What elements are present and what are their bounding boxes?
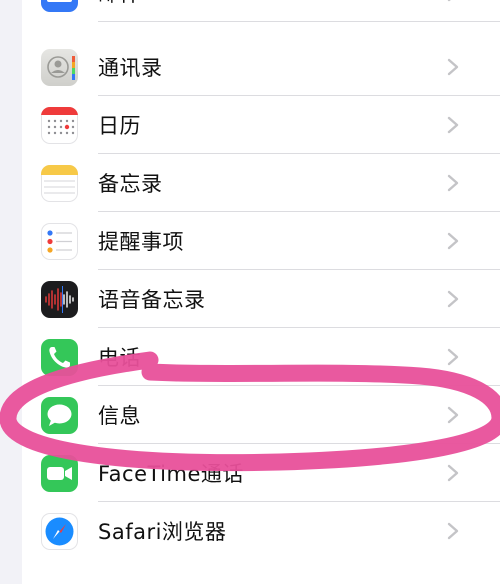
settings-row-phone[interactable]: 电话 [22, 328, 500, 386]
settings-row-label: Safari浏览器 [98, 520, 227, 544]
safari-icon [41, 513, 78, 550]
settings-row-messages[interactable]: 信息 [22, 386, 500, 444]
settings-row-safari[interactable]: Safari浏览器 [22, 502, 500, 560]
settings-row-label: 备忘录 [98, 172, 163, 196]
contacts-icon [41, 49, 78, 86]
reminders-icon [41, 223, 78, 260]
settings-row-reminders[interactable]: 提醒事项 [22, 212, 500, 270]
settings-row-label: 日历 [98, 114, 141, 138]
chevron-right-icon [447, 348, 459, 366]
mail-icon [41, 0, 78, 12]
settings-row-label: 语音备忘录 [98, 288, 206, 312]
settings-row-label: 提醒事项 [98, 230, 184, 254]
chevron-right-icon [447, 0, 451, 2]
chevron-right-icon [447, 174, 459, 192]
settings-row-calendar[interactable]: 日历 [22, 96, 500, 154]
calendar-icon [41, 107, 78, 144]
settings-row-mail[interactable]: 邮件 [22, 0, 500, 22]
settings-row-label: 邮件 [98, 0, 141, 8]
chevron-right-icon [447, 58, 459, 76]
settings-list: 邮件 通讯录 [22, 0, 500, 584]
settings-row-facetime[interactable]: FaceTime通话 [22, 444, 500, 502]
settings-row-label: 电话 [98, 346, 141, 370]
chevron-right-icon [447, 232, 459, 250]
chevron-right-icon [447, 464, 459, 482]
settings-row-label: 信息 [98, 404, 141, 428]
settings-row-label: FaceTime通话 [98, 462, 244, 486]
chevron-right-icon [447, 406, 459, 424]
notes-icon [41, 165, 78, 202]
facetime-icon [41, 455, 78, 492]
settings-row-voice-memos[interactable]: 语音备忘录 [22, 270, 500, 328]
settings-row-notes[interactable]: 备忘录 [22, 154, 500, 212]
settings-row-label: 通讯录 [98, 56, 163, 80]
chevron-right-icon [447, 522, 459, 540]
voice-memos-icon [41, 281, 78, 318]
row-separator [98, 21, 500, 22]
messages-icon [41, 397, 78, 434]
chevron-right-icon [447, 290, 459, 308]
settings-row-contacts[interactable]: 通讯录 [22, 38, 500, 96]
chevron-right-icon [447, 116, 459, 134]
phone-icon [41, 339, 78, 376]
